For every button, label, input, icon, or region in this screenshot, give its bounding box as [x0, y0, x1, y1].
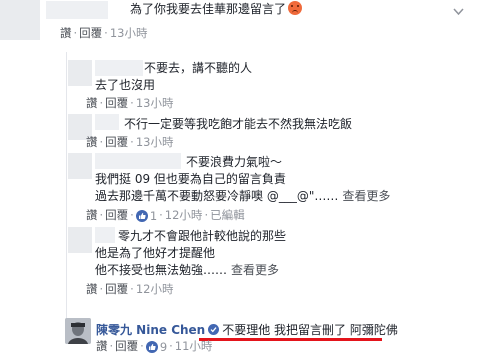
comment-text-line: 不要去，講不聽的人: [144, 61, 253, 75]
author-comment: 陳零九 Nine Chen 不要理他 我把留言刪了 阿彌陀佛: [96, 322, 398, 338]
reply-link[interactable]: 回覆: [105, 208, 128, 222]
blurred-author-name: [95, 153, 181, 169]
comment-actions: 讚 · 回覆 · 9 · 11小時: [96, 339, 213, 354]
comment-actions: 讚 · 回覆 · 12小時: [86, 282, 174, 296]
angry-face-emoji-icon: [288, 1, 303, 15]
reply-link[interactable]: 回覆: [115, 339, 138, 353]
highlight-underline: [199, 338, 382, 341]
like-link[interactable]: 讚: [60, 26, 72, 40]
blurred-avatar: [68, 227, 92, 253]
comment-actions: 讚 · 回覆 · 13小時: [86, 96, 174, 110]
see-more-link[interactable]: 查看更多: [342, 189, 390, 203]
comment-text: 為了你我要去佳華那邊留言了: [130, 1, 303, 17]
comment-text-line: 不要浪費力氣啦～: [186, 155, 283, 169]
reply-link[interactable]: 回覆: [105, 282, 128, 296]
timestamp[interactable]: 12小時: [136, 282, 174, 296]
blurred-author-name: [95, 114, 119, 130]
edited-label[interactable]: 已編輯: [210, 208, 245, 222]
reply-link[interactable]: 回覆: [79, 26, 102, 40]
blurred-author-name: [95, 60, 143, 76]
comment-thread: 為了你我要去佳華那邊留言了 讚 · 回覆 · 13小時 不要去，講不聽的人 去了也沒用 …: [0, 0, 477, 354]
like-link[interactable]: 讚: [86, 208, 98, 222]
comment-text: 不行一定要等我吃飽才能去不然我無法吃飯: [124, 117, 353, 131]
author-avatar[interactable]: [65, 318, 91, 344]
like-link[interactable]: 讚: [86, 96, 98, 110]
reply-link[interactable]: 回覆: [105, 96, 128, 110]
comment-actions: 讚 · 回覆 · 13小時: [86, 135, 174, 149]
like-count[interactable]: 9: [145, 340, 167, 354]
comment-text-line: 我們挺 09 但也要為自己的留言負責: [95, 172, 286, 186]
comment-actions: 讚 · 回覆 · 13小時: [60, 26, 148, 40]
verified-badge-icon: [208, 324, 220, 335]
comment-text-line: 去了也沒用: [95, 78, 156, 92]
comment-actions: 讚 · 回覆 · 1 · 12小時 · 已編輯: [86, 208, 245, 223]
comment-text-line: 過去那邊千萬不要動怒要冷靜噢 @___@"…… 查看更多: [95, 189, 391, 203]
thread-line: [66, 52, 67, 320]
chevron-down-icon[interactable]: [453, 8, 464, 16]
blurred-author-name: [95, 227, 115, 243]
comment-text-line: 他是為了他好才提醒他: [95, 246, 216, 260]
timestamp[interactable]: 13小時: [136, 135, 174, 149]
blurred-avatar: [68, 153, 92, 179]
timestamp[interactable]: 12小時: [165, 208, 203, 222]
blurred-author-name: [46, 1, 108, 19]
reply-link[interactable]: 回覆: [105, 135, 128, 149]
comment-text-line: 他不接受也無法勉強…… 查看更多: [95, 263, 280, 277]
blurred-avatar: [68, 60, 92, 86]
blurred-avatar: [0, 0, 40, 40]
thumbs-up-icon: [135, 209, 148, 222]
like-link[interactable]: 讚: [86, 282, 98, 296]
comment-text-line: 零九才不會跟他計較他說的那些: [118, 229, 287, 243]
author-name[interactable]: 陳零九 Nine Chen: [96, 323, 205, 337]
like-link[interactable]: 讚: [96, 339, 108, 353]
comment-text: 不要理他 我把留言刪了 阿彌陀佛: [222, 323, 398, 337]
like-link[interactable]: 讚: [86, 135, 98, 149]
see-more-link[interactable]: 查看更多: [231, 263, 279, 277]
timestamp[interactable]: 11小時: [175, 339, 213, 353]
thumbs-up-icon: [145, 340, 158, 353]
timestamp[interactable]: 13小時: [136, 96, 174, 110]
like-count[interactable]: 1: [135, 209, 157, 223]
timestamp[interactable]: 13小時: [110, 26, 148, 40]
